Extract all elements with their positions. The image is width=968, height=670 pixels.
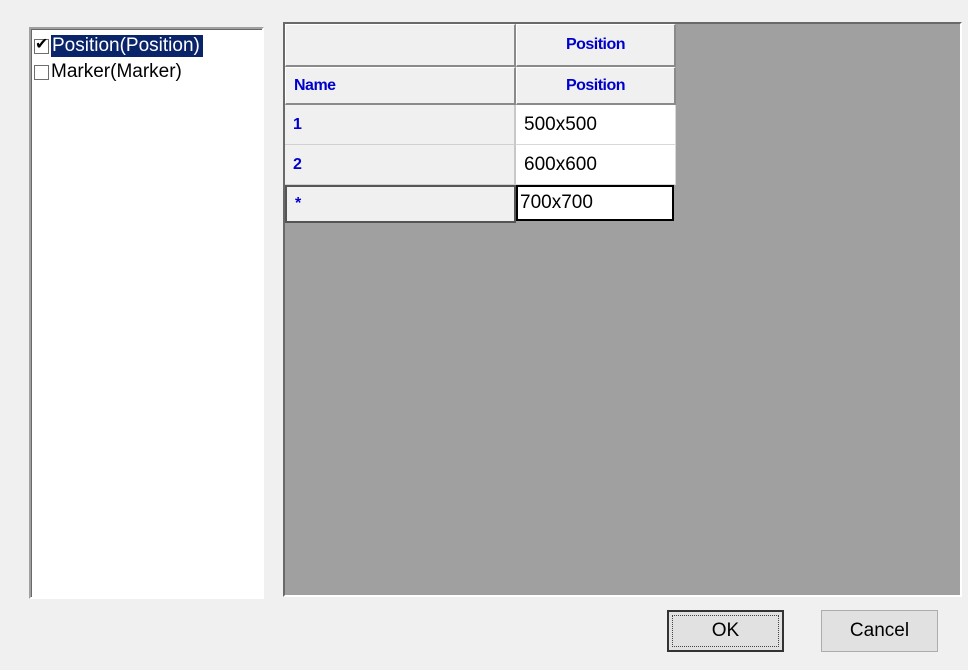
checkbox-position[interactable]: ✔ — [34, 36, 49, 54]
checkbox-marker[interactable] — [34, 64, 49, 80]
grid-corner-cell — [285, 24, 516, 67]
data-grid[interactable]: Position Name Position 1 500x500 2 600x6… — [283, 22, 962, 597]
new-row-header[interactable]: * — [285, 185, 516, 223]
list-item-label: Marker(Marker) — [51, 61, 182, 82]
list-item-label: Position(Position) — [51, 35, 203, 57]
layer-checklist[interactable]: ✔ Position(Position) Marker(Marker) — [29, 27, 264, 599]
group-header-position[interactable]: Position — [516, 24, 676, 67]
ok-button[interactable]: OK — [667, 610, 784, 652]
check-icon: ✔ — [35, 35, 49, 53]
list-item-position[interactable]: ✔ Position(Position) — [34, 34, 203, 58]
position-cell[interactable]: 500x500 — [516, 105, 676, 145]
row-header[interactable]: 2 — [285, 145, 516, 185]
position-cell[interactable]: 600x600 — [516, 145, 676, 185]
list-item-marker[interactable]: Marker(Marker) — [34, 60, 182, 84]
cancel-button[interactable]: Cancel — [821, 610, 938, 652]
row-header[interactable]: 1 — [285, 105, 516, 145]
column-header-position[interactable]: Position — [516, 67, 676, 105]
position-edit-cell[interactable]: 700x700 — [516, 185, 674, 221]
column-header-name[interactable]: Name — [285, 67, 516, 105]
